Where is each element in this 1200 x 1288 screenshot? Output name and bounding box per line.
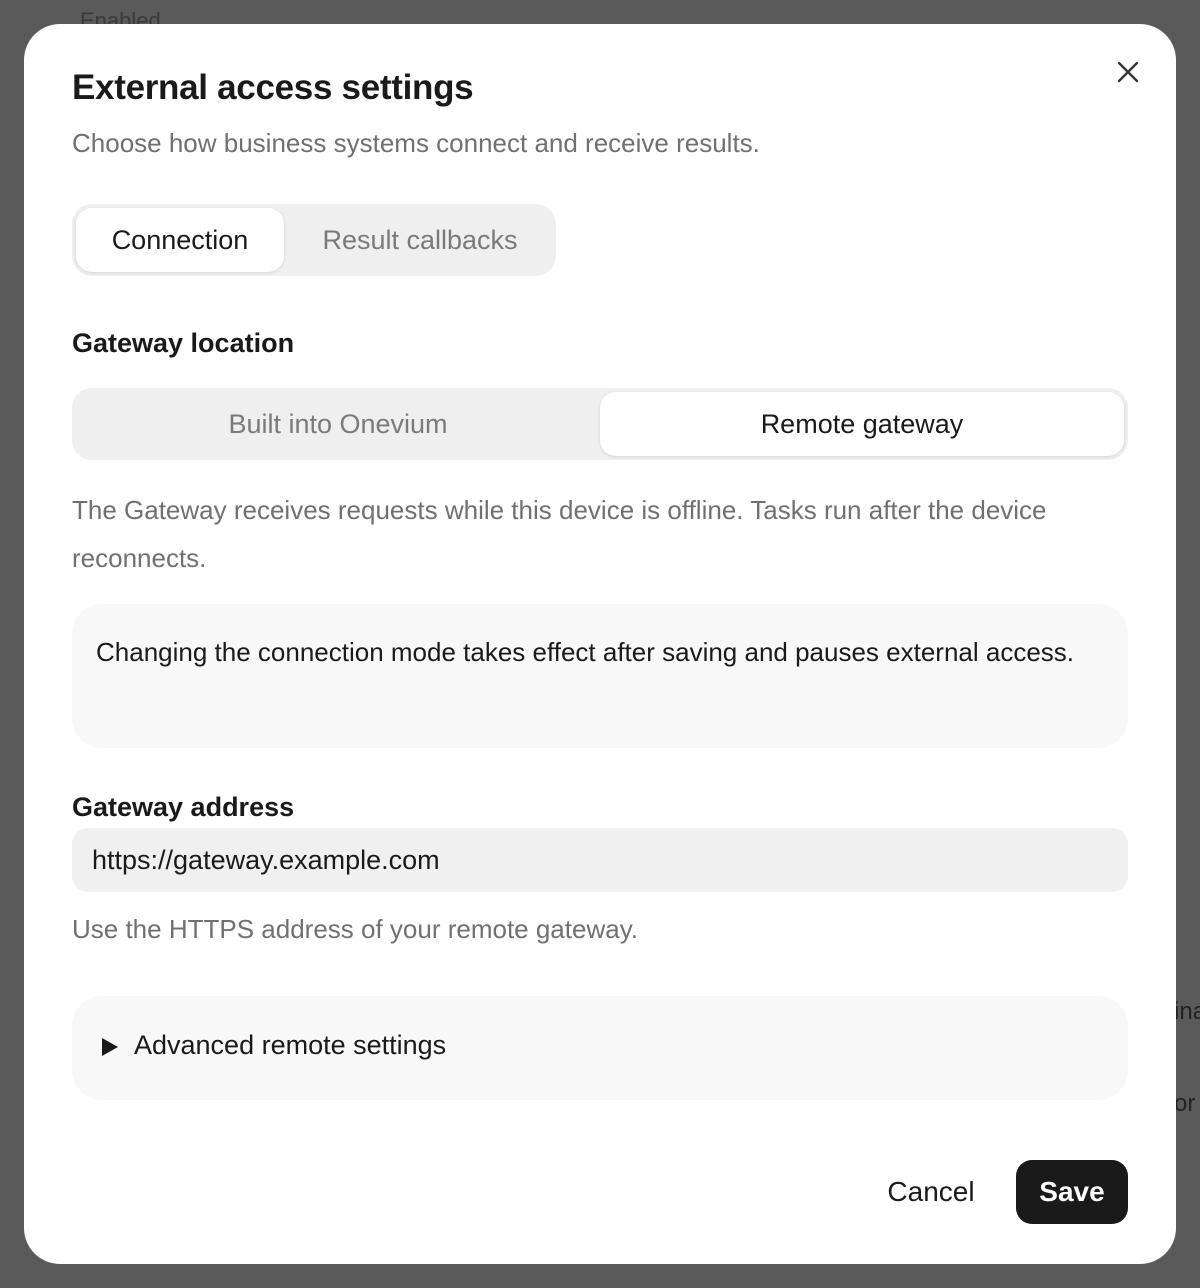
gateway-location-selector: Built into Onevium Remote gateway bbox=[72, 388, 1128, 460]
advanced-remote-settings-label: Advanced remote settings bbox=[134, 1030, 447, 1060]
triangle-right-icon bbox=[102, 1038, 118, 1056]
option-remote-gateway[interactable]: Remote gateway bbox=[600, 392, 1124, 456]
background-text-fragment: ina bbox=[1174, 998, 1200, 1025]
connection-mode-notice: Changing the connection mode takes effec… bbox=[72, 604, 1128, 748]
option-built-into-onevium[interactable]: Built into Onevium bbox=[76, 392, 600, 456]
background-text-fragment: or bbox=[1174, 1090, 1196, 1117]
tab-connection[interactable]: Connection bbox=[76, 208, 284, 272]
dialog-title: External access settings bbox=[72, 68, 474, 107]
advanced-remote-settings-toggle[interactable]: Advanced remote settings bbox=[72, 996, 1128, 1100]
settings-tabs: Connection Result callbacks bbox=[72, 204, 556, 276]
cancel-button[interactable]: Cancel bbox=[866, 1160, 996, 1224]
external-access-dialog: External access settings Choose how busi… bbox=[24, 24, 1176, 1264]
gateway-location-label: Gateway location bbox=[72, 328, 295, 358]
gateway-address-input[interactable] bbox=[72, 828, 1128, 892]
gateway-address-helper: Use the HTTPS address of your remote gat… bbox=[72, 914, 638, 944]
dialog-subtitle: Choose how business systems connect and … bbox=[72, 128, 760, 158]
gateway-location-description: The Gateway receives requests while this… bbox=[72, 495, 1047, 573]
gateway-address-label: Gateway address bbox=[72, 792, 295, 822]
close-icon bbox=[1117, 61, 1139, 83]
tab-result-callbacks[interactable]: Result callbacks bbox=[290, 208, 550, 272]
save-button[interactable]: Save bbox=[1016, 1160, 1128, 1224]
close-button[interactable] bbox=[1108, 52, 1148, 92]
